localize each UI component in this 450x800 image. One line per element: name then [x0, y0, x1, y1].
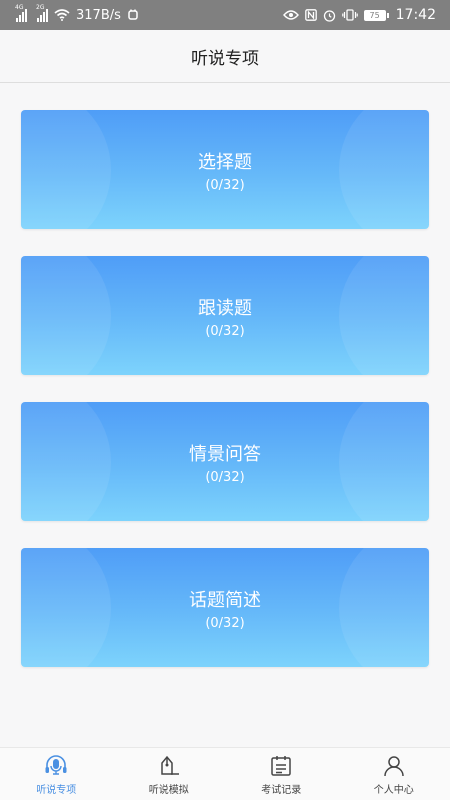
card-decoration-left: [21, 110, 111, 229]
nav-label: 个人中心: [373, 785, 414, 796]
practice-card-list: 选择题 (0/32) 跟读题 (0/32) 情景问答 (0/32) 话题简述 (…: [21, 110, 429, 694]
nav-tab-mock-test[interactable]: 听说模拟: [113, 748, 226, 800]
person-icon: [384, 756, 404, 777]
card-decoration-left: [21, 548, 111, 667]
card-progress: (0/32): [205, 178, 245, 193]
alarm-icon: [323, 9, 336, 22]
clock: 17:42: [395, 7, 436, 23]
battery-level: 75: [369, 10, 380, 20]
headset-mic-icon: [45, 755, 67, 775]
card-title: 选择题: [198, 152, 252, 173]
card-read-aloud[interactable]: 跟读题 (0/32): [21, 256, 429, 375]
vibrate-icon: [341, 9, 358, 21]
card-title: 跟读题: [198, 298, 252, 319]
wifi-icon: [54, 9, 70, 21]
app-notification-icon: [127, 9, 139, 21]
status-right: 75 17:42: [282, 7, 436, 23]
card-progress: (0/32): [205, 616, 245, 631]
card-multiple-choice[interactable]: 选择题 (0/32): [21, 110, 429, 229]
card-progress: (0/32): [205, 470, 245, 485]
card-topic-summary[interactable]: 话题简述 (0/32): [21, 548, 429, 667]
nav-label: 考试记录: [261, 785, 302, 796]
signal-2g-icon: 2G: [36, 4, 48, 22]
status-left: 4G 2G 317B/s: [15, 4, 139, 23]
battery-icon: 75: [363, 9, 389, 21]
signal-4g-icon: 4G: [15, 4, 27, 22]
nav-tab-listening-speaking[interactable]: 听说专项: [0, 748, 113, 800]
card-decoration-right: [339, 110, 429, 229]
nav-tab-profile[interactable]: 个人中心: [338, 748, 450, 800]
card-decoration-left: [21, 402, 111, 521]
bottom-nav: 听说专项 听说模拟 考试记录 个人中心: [0, 747, 450, 800]
card-decoration-right: [339, 256, 429, 375]
nav-label: 听说模拟: [148, 785, 189, 796]
page-header: 听说专项: [0, 30, 450, 83]
card-decoration-left: [21, 256, 111, 375]
network-type-2: 2G: [36, 4, 45, 11]
card-situational-qa[interactable]: 情景问答 (0/32): [21, 402, 429, 521]
status-bar: 4G 2G 317B/s 75 17:42: [0, 0, 450, 30]
card-progress: (0/32): [205, 324, 245, 339]
nfc-icon: [304, 9, 317, 21]
page-title: 听说专项: [191, 48, 259, 69]
eye-icon: [282, 10, 299, 20]
network-speed: 317B/s: [76, 7, 121, 23]
network-type-1: 4G: [15, 4, 24, 11]
card-decoration-right: [339, 548, 429, 667]
card-title: 话题简述: [189, 590, 261, 611]
calendar-list-icon: [271, 756, 291, 776]
nav-label: 听说专项: [36, 785, 77, 796]
card-decoration-right: [339, 402, 429, 521]
nav-tab-exam-records[interactable]: 考试记录: [225, 748, 338, 800]
card-title: 情景问答: [189, 444, 261, 465]
pen-paper-icon: [161, 755, 179, 775]
